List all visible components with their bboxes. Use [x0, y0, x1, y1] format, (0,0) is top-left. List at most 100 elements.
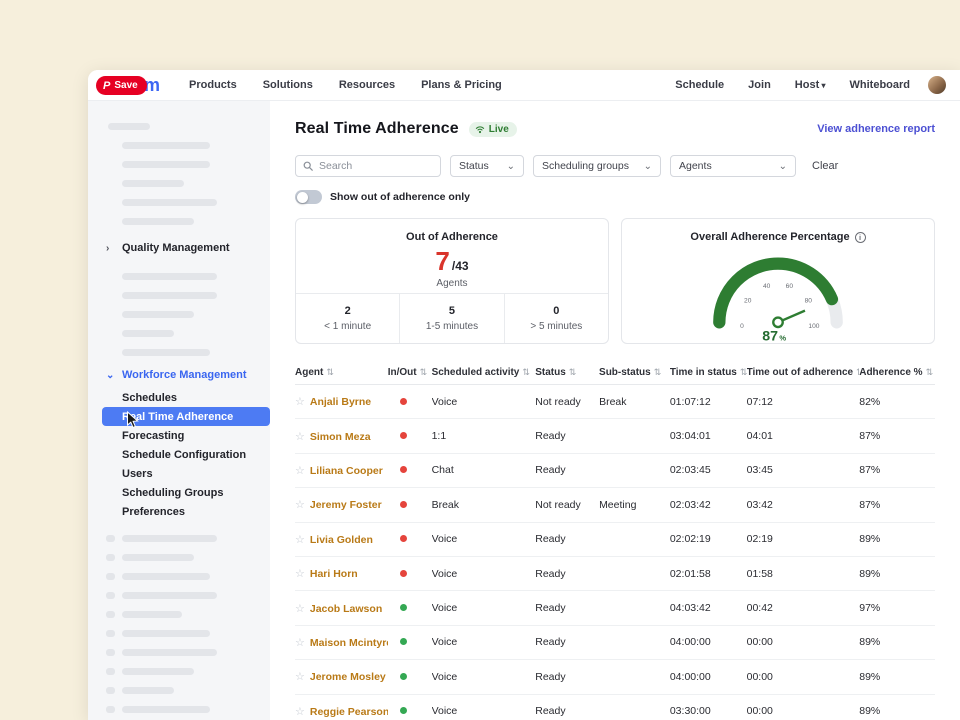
pinterest-save-label: Save	[114, 80, 137, 91]
time-out-of-adherence-cell: 04:01	[747, 430, 860, 442]
agent-link[interactable]: Simon Meza	[310, 431, 371, 443]
agent-link[interactable]: Jerome Mosley	[310, 671, 386, 683]
nav-item-host[interactable]: Host ▾	[795, 79, 826, 91]
agent-link[interactable]: Reggie Pearson	[310, 706, 388, 718]
user-avatar[interactable]	[928, 76, 946, 94]
table-row[interactable]: ☆Simon Meza1:1Ready03:04:0104:0187%	[295, 419, 935, 453]
out-of-adherence-count: 7	[435, 246, 449, 277]
status-filter-dropdown[interactable]: Status ⌄	[450, 155, 524, 177]
star-icon[interactable]: ☆	[295, 603, 305, 615]
sort-icon[interactable]: ⇅	[926, 367, 934, 378]
sidebar-item-scheduling-groups[interactable]: Scheduling Groups	[88, 483, 270, 502]
sidebar-item-preferences[interactable]: Preferences	[88, 502, 270, 521]
sort-icon[interactable]: ⇅	[420, 367, 428, 378]
star-icon[interactable]: ☆	[295, 396, 305, 408]
star-icon[interactable]: ☆	[295, 465, 305, 477]
nav-item-plans-pricing[interactable]: Plans & Pricing	[421, 79, 502, 91]
scheduled-activity-cell: Break	[432, 499, 536, 511]
nav-item-whiteboard[interactable]: Whiteboard	[850, 79, 911, 91]
time-in-status-cell: 04:00:00	[670, 636, 747, 648]
agent-link[interactable]: Liliana Cooper	[310, 465, 383, 477]
pinterest-icon: P	[103, 80, 110, 92]
status-cell: Not ready	[535, 499, 599, 511]
clear-filters-button[interactable]: Clear	[812, 160, 838, 172]
sort-icon[interactable]: ⇅	[654, 367, 662, 378]
agent-link[interactable]: Jeremy Foster	[310, 499, 382, 511]
sidebar-item-schedule-configuration[interactable]: Schedule Configuration	[88, 445, 270, 464]
adherence-percent-cell: 87%	[859, 499, 935, 511]
column-header-sub-status[interactable]: Sub-status⇅	[599, 367, 670, 378]
scheduled-activity-cell: 1:1	[432, 430, 536, 442]
column-header-status[interactable]: Status⇅	[535, 367, 599, 378]
agent-link[interactable]: Maison Mcintyre	[310, 637, 388, 649]
skeleton-dash	[106, 554, 115, 561]
svg-text:100: 100	[808, 323, 819, 330]
time-in-status-cell: 03:30:00	[670, 705, 747, 717]
time-out-of-adherence-cell: 03:45	[747, 464, 860, 476]
nav-item-resources[interactable]: Resources	[339, 79, 395, 91]
star-icon[interactable]: ☆	[295, 534, 305, 546]
pinterest-save-button[interactable]: P Save	[96, 76, 147, 95]
skeleton-row	[88, 529, 270, 548]
agent-link[interactable]: Livia Golden	[310, 534, 373, 546]
sort-icon[interactable]: ⇅	[522, 367, 530, 378]
column-header-adherence[interactable]: Adherence %⇅	[859, 367, 935, 378]
table-row[interactable]: ☆Jacob LawsonVoiceReady04:03:4200:4297%	[295, 591, 935, 625]
star-icon[interactable]: ☆	[295, 706, 305, 718]
agents-filter-dropdown[interactable]: Agents ⌄	[670, 155, 796, 177]
nav-right-items: Schedule Join Host ▾ Whiteboard	[651, 79, 910, 91]
scheduled-activity-cell: Voice	[432, 671, 536, 683]
scheduled-activity-cell: Voice	[432, 636, 536, 648]
sort-icon[interactable]: ⇅	[740, 367, 747, 378]
time-out-of-adherence-cell: 00:00	[747, 671, 860, 683]
agent-link[interactable]: Anjali Byrne	[310, 396, 371, 408]
scheduling-groups-filter-dropdown[interactable]: Scheduling groups ⌄	[533, 155, 661, 177]
table-row[interactable]: ☆Livia GoldenVoiceReady02:02:1902:1989%	[295, 523, 935, 557]
agent-link[interactable]: Jacob Lawson	[310, 603, 382, 615]
table-row[interactable]: ☆Reggie PearsonVoiceReady03:30:0000:0089…	[295, 695, 935, 720]
table-row[interactable]: ☆Maison McintyreVoiceReady04:00:0000:008…	[295, 626, 935, 660]
sidebar-item-schedules[interactable]: Schedules	[88, 388, 270, 407]
sub-status-cell: Meeting	[599, 499, 670, 511]
sidebar-item-users[interactable]: Users	[88, 464, 270, 483]
agent-link[interactable]: Hari Horn	[310, 568, 358, 580]
toggle-knob	[297, 192, 308, 203]
search-input[interactable]: Search	[295, 155, 441, 177]
view-adherence-report-link[interactable]: View adherence report	[817, 123, 935, 135]
table-row[interactable]: ☆Hari HornVoiceReady02:01:5801:5889%	[295, 557, 935, 591]
sort-icon[interactable]: ⇅	[326, 367, 334, 378]
sidebar-item-forecasting[interactable]: Forecasting	[88, 426, 270, 445]
star-icon[interactable]: ☆	[295, 568, 305, 580]
column-header-in-out[interactable]: In/Out⇅	[388, 367, 432, 378]
time-in-status-cell: 04:03:42	[670, 602, 747, 614]
star-icon[interactable]: ☆	[295, 499, 305, 511]
nav-item-join[interactable]: Join	[748, 79, 771, 91]
sidebar-item-workforce-management[interactable]: ⌄ Workforce Management	[88, 362, 270, 388]
column-header-scheduled-activity[interactable]: Scheduled activity⇅	[432, 367, 536, 378]
scheduled-activity-cell: Voice	[432, 533, 536, 545]
star-icon[interactable]: ☆	[295, 431, 305, 443]
sidebar-item-quality-management[interactable]: › Quality Management	[88, 235, 270, 261]
skeleton-row	[88, 605, 270, 624]
skeleton-bar	[122, 311, 194, 318]
nav-item-schedule[interactable]: Schedule	[675, 79, 724, 91]
out-of-adherence-toggle[interactable]	[295, 190, 322, 204]
nav-item-products[interactable]: Products	[189, 79, 237, 91]
star-icon[interactable]: ☆	[295, 671, 305, 683]
table-row[interactable]: ☆Anjali ByrneVoiceNot readyBreak01:07:12…	[295, 385, 935, 419]
table-row[interactable]: ☆Jerome MosleyVoiceReady04:00:0000:0089%	[295, 660, 935, 694]
nav-item-solutions[interactable]: Solutions	[263, 79, 313, 91]
column-header-agent[interactable]: Agent⇅	[295, 367, 388, 378]
skeleton-row	[88, 586, 270, 605]
star-icon[interactable]: ☆	[295, 637, 305, 649]
status-filter-label: Status	[459, 160, 489, 172]
status-cell: Ready	[535, 430, 599, 442]
table-row[interactable]: ☆Liliana CooperChatReady02:03:4503:4587%	[295, 454, 935, 488]
column-header-time-in-status[interactable]: Time in status⇅	[670, 367, 747, 378]
table-row[interactable]: ☆Jeremy FosterBreakNot readyMeeting02:03…	[295, 488, 935, 522]
adherence-percent-cell: 89%	[859, 671, 935, 683]
sort-icon[interactable]: ⇅	[569, 367, 577, 378]
search-placeholder: Search	[319, 160, 352, 172]
column-header-time-out-of-adherence[interactable]: Time out of adherence⇅	[747, 367, 860, 378]
table-body: ☆Anjali ByrneVoiceNot readyBreak01:07:12…	[295, 385, 935, 720]
